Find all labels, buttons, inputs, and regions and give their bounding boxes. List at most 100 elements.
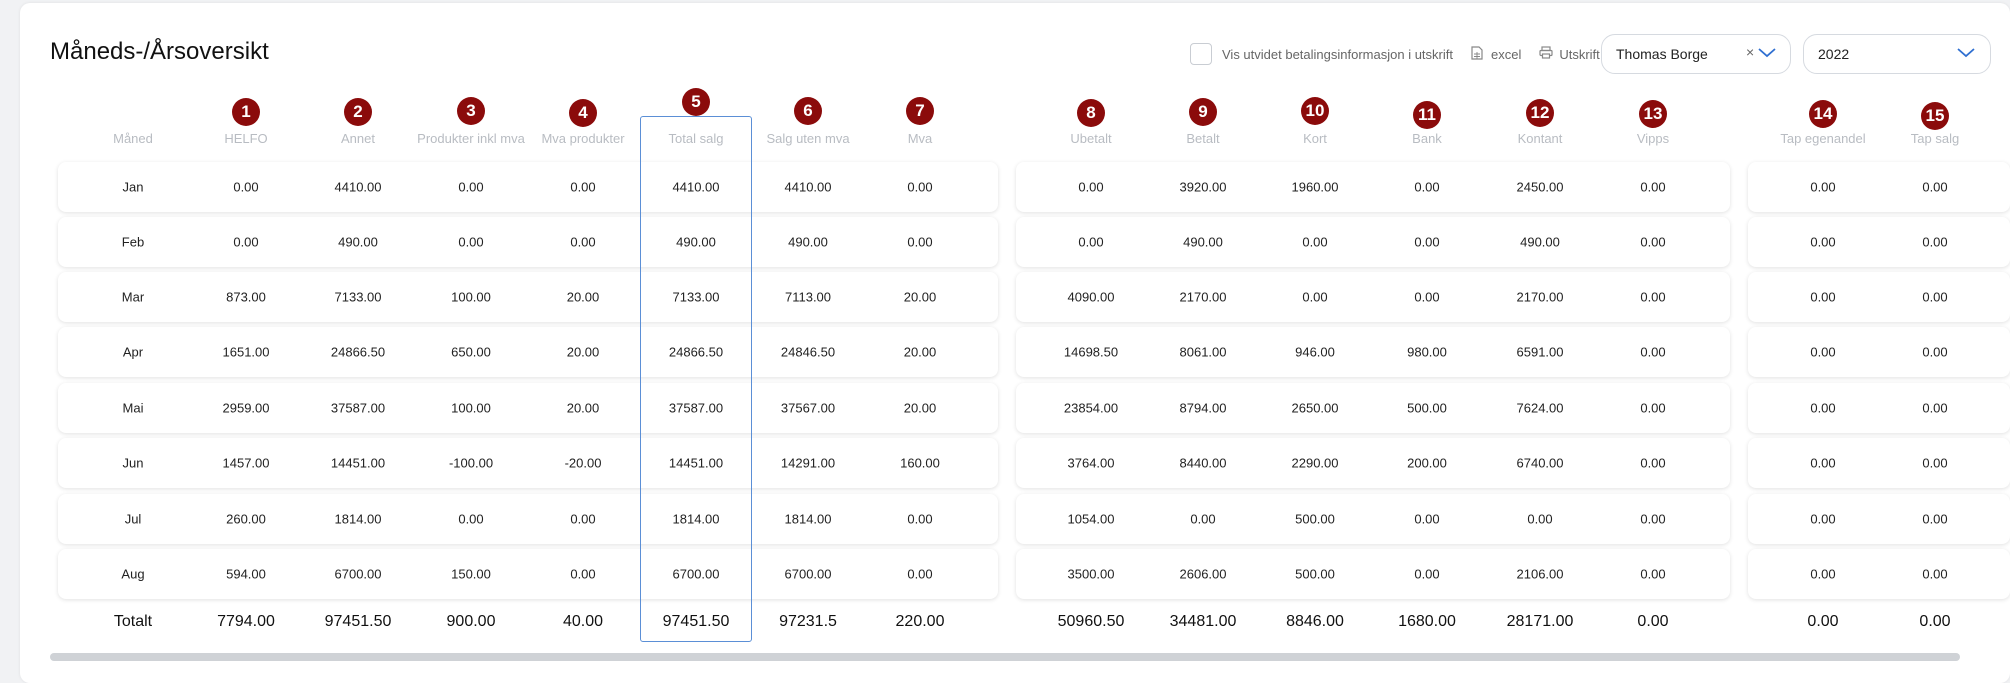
table-cell: 0.00 — [458, 234, 484, 250]
person-select[interactable]: Thomas Borge × — [1601, 34, 1791, 74]
table-row — [1748, 217, 2010, 267]
column-number-badge: 15 — [1921, 102, 1949, 130]
column-number-badge: 12 — [1526, 99, 1554, 127]
table-row — [1016, 438, 1730, 488]
total-cell: 0.00 — [1807, 613, 1839, 630]
column-number-badge: 7 — [906, 97, 934, 125]
print-button[interactable]: Utskrift — [1539, 46, 1600, 62]
table-cell: -20.00 — [564, 455, 602, 471]
table-cell: 0.00 — [570, 566, 596, 582]
table-cell: 1651.00 — [222, 344, 270, 360]
total-label: Totalt — [113, 613, 153, 630]
column-header: Kontant — [1517, 131, 1563, 146]
table-cell: 4410.00 — [784, 179, 832, 195]
table-cell: 7133.00 — [672, 289, 720, 305]
table-cell: 650.00 — [451, 344, 491, 360]
column-header: Produkter inkl mva — [417, 131, 525, 146]
column-number-badge: 5 — [682, 88, 710, 116]
table-cell: 1814.00 — [784, 511, 832, 527]
table-row — [1016, 383, 1730, 433]
table-cell: 0.00 — [1302, 234, 1328, 250]
column-number-badge: 6 — [794, 97, 822, 125]
table-row — [1748, 438, 2010, 488]
table-cell: 980.00 — [1407, 344, 1447, 360]
excel-label: excel — [1490, 46, 1522, 62]
table-cell: 873.00 — [226, 289, 266, 305]
table-cell: 0.00 — [1922, 455, 1948, 471]
table-row — [58, 549, 998, 599]
excel-button[interactable]: excel — [1471, 45, 1522, 63]
table-cell: 1814.00 — [672, 511, 720, 527]
table-cell: 2106.00 — [1516, 566, 1564, 582]
table-cell: 0.00 — [570, 511, 596, 527]
table-cell: 37587.00 — [330, 400, 386, 416]
table-cell: 23854.00 — [1063, 400, 1119, 416]
table-cell: 20.00 — [903, 289, 937, 305]
horizontal-scrollbar[interactable] — [50, 653, 1960, 661]
table-cell: 6740.00 — [1516, 455, 1564, 471]
chevron-down-icon[interactable] — [1957, 48, 1975, 58]
table-cell: 3920.00 — [1179, 179, 1227, 195]
table-cell: 490.00 — [1183, 234, 1223, 250]
table-cell: 2290.00 — [1291, 455, 1339, 471]
column-number-badge: 11 — [1413, 101, 1441, 129]
printer-icon — [1539, 46, 1553, 62]
month-cell: Jul — [124, 511, 142, 527]
column-header: Betalt — [1186, 131, 1220, 146]
toolbar: Vis utvidet betalingsinformasjon i utskr… — [1190, 34, 1600, 74]
close-icon[interactable]: × — [1746, 44, 1754, 60]
table-row — [58, 162, 998, 212]
table-cell: 490.00 — [676, 234, 716, 250]
table-cell: 0.00 — [1810, 400, 1836, 416]
table-cell: 0.00 — [1414, 566, 1440, 582]
table-cell: 0.00 — [1810, 179, 1836, 195]
page-title: Måneds-/Årsoversikt — [50, 38, 269, 65]
table-cell: 0.00 — [1190, 511, 1216, 527]
table-cell: 20.00 — [903, 400, 937, 416]
table-cell: 0.00 — [907, 566, 933, 582]
table-cell: 160.00 — [900, 455, 940, 471]
table-cell: 4410.00 — [672, 179, 720, 195]
table-cell: 20.00 — [903, 344, 937, 360]
column-header: Vipps — [1636, 131, 1670, 146]
table-cell: 0.00 — [1922, 289, 1948, 305]
table-cell: 260.00 — [226, 511, 266, 527]
table-cell: 1814.00 — [334, 511, 382, 527]
total-cell: 40.00 — [562, 613, 604, 630]
person-select-value: Thomas Borge — [1616, 46, 1708, 62]
table-row — [58, 383, 998, 433]
table-cell: 0.00 — [1640, 344, 1666, 360]
total-cell: 0.00 — [1637, 613, 1669, 630]
table-cell: 490.00 — [338, 234, 378, 250]
table-cell: 500.00 — [1407, 400, 1447, 416]
table-cell: 0.00 — [1640, 179, 1666, 195]
column-header-month: Måned — [113, 131, 153, 146]
table-cell: 100.00 — [451, 400, 491, 416]
total-cell: 1680.00 — [1398, 613, 1456, 630]
table-cell: 4090.00 — [1067, 289, 1115, 305]
table-cell: 0.00 — [1922, 511, 1948, 527]
year-select[interactable]: 2022 — [1803, 34, 1991, 74]
table-cell: 0.00 — [1527, 511, 1553, 527]
table-cell: 0.00 — [458, 179, 484, 195]
total-cell: 7794.00 — [217, 613, 275, 630]
total-cell: 0.00 — [1919, 613, 1951, 630]
extended-payment-checkbox[interactable] — [1190, 43, 1212, 65]
table-cell: 0.00 — [907, 179, 933, 195]
table-cell: 594.00 — [226, 566, 266, 582]
total-cell: 220.00 — [895, 613, 945, 630]
table-cell: 37567.00 — [780, 400, 836, 416]
chevron-down-icon[interactable] — [1758, 48, 1776, 58]
file-spreadsheet-icon — [1471, 45, 1483, 63]
table-cell: 946.00 — [1295, 344, 1335, 360]
table-row — [1748, 327, 2010, 377]
table-cell: 37587.00 — [668, 400, 724, 416]
column-header: Annet — [341, 131, 375, 146]
table-cell: 24866.50 — [330, 344, 386, 360]
table-cell: 14451.00 — [330, 455, 386, 471]
table-row — [58, 217, 998, 267]
table-cell: 0.00 — [1640, 511, 1666, 527]
table-cell: 14291.00 — [780, 455, 836, 471]
table-cell: 0.00 — [1414, 511, 1440, 527]
table-cell: 200.00 — [1407, 455, 1447, 471]
